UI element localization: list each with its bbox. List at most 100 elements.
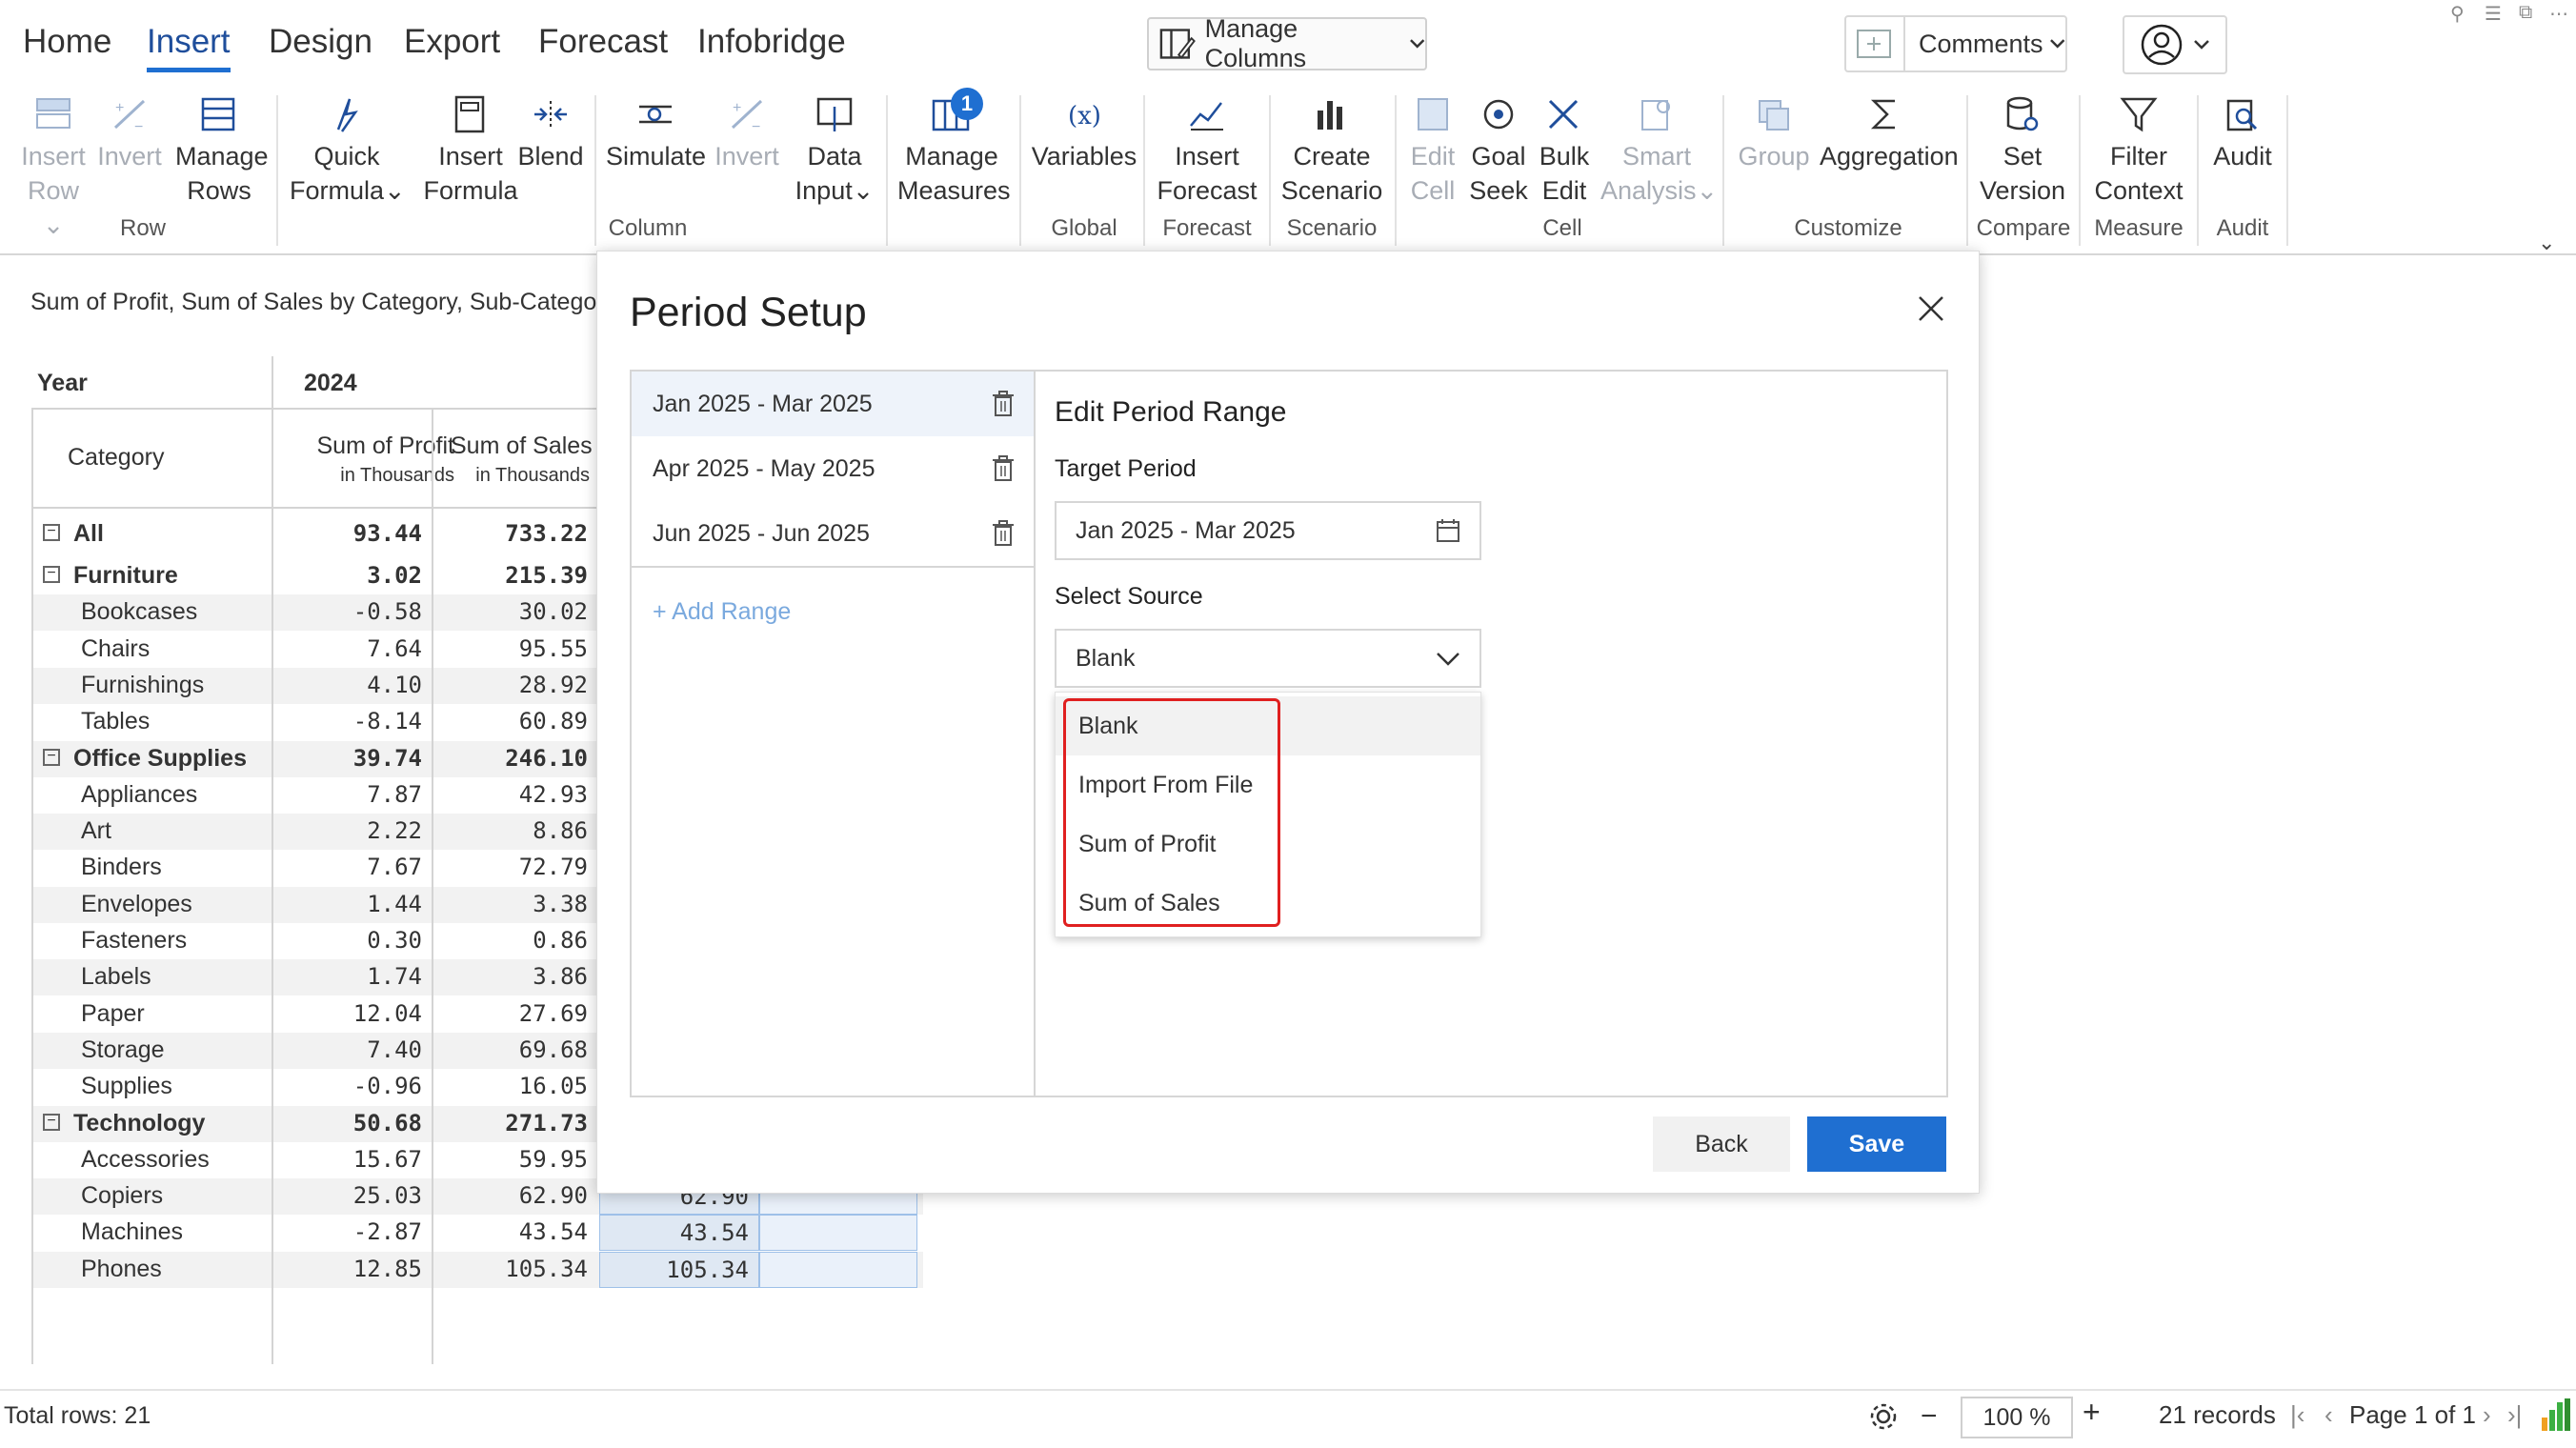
period-range-item[interactable]: Apr 2025 - May 2025 <box>632 436 1034 501</box>
set-version-button[interactable]: Set Version <box>1978 93 2067 208</box>
manage-rows-button[interactable]: Manage Rows <box>175 93 269 208</box>
sales-cell[interactable]: 69.68 <box>435 1036 588 1063</box>
first-page-icon[interactable]: |‹ <box>2290 1400 2304 1430</box>
sales-cell[interactable]: 8.86 <box>435 817 588 844</box>
collapse-toggle-icon[interactable]: − <box>43 748 60 766</box>
simulate-button[interactable]: Simulate <box>606 93 706 173</box>
calendar-icon[interactable] <box>1436 518 1460 543</box>
profit-cell[interactable]: 93.44 <box>273 520 422 547</box>
sales-cell[interactable]: 271.73 <box>435 1110 588 1136</box>
profit-cell[interactable]: 12.04 <box>273 1000 422 1027</box>
sales-cell[interactable]: 62.90 <box>435 1182 588 1209</box>
profit-cell[interactable]: 50.68 <box>273 1110 422 1136</box>
collapse-toggle-icon[interactable]: − <box>43 1113 60 1131</box>
delete-icon[interactable] <box>992 391 1015 417</box>
tab-home[interactable]: Home <box>23 23 111 61</box>
selected-cell[interactable]: 43.54 <box>599 1215 759 1252</box>
period-range-item[interactable]: Jan 2025 - Mar 2025 <box>632 372 1034 436</box>
profit-cell[interactable]: 0.30 <box>273 927 422 954</box>
tab-infobridge[interactable]: Infobridge <box>697 23 846 61</box>
data-input-button[interactable]: Data Input⌄ <box>795 93 875 208</box>
sales-cell[interactable]: 43.54 <box>435 1218 588 1245</box>
filter-icon[interactable]: ☰ <box>2485 2 2502 26</box>
filter-context-button[interactable]: Filter Context <box>2088 93 2189 208</box>
zoom-level-input[interactable]: 100 % <box>1961 1397 2073 1438</box>
profit-cell[interactable]: 25.03 <box>273 1182 422 1209</box>
sales-column-header[interactable]: Sum of Sales <box>451 432 593 460</box>
selected-cell[interactable] <box>759 1251 917 1288</box>
back-button[interactable]: Back <box>1653 1116 1790 1172</box>
more-icon[interactable]: ⋯ <box>2549 2 2568 26</box>
prev-page-icon[interactable]: ‹ <box>2324 1400 2333 1430</box>
pin-icon[interactable]: ⚲ <box>2450 2 2465 26</box>
settings-gear-icon[interactable] <box>1867 1400 1900 1439</box>
profit-cell[interactable]: 15.67 <box>273 1146 422 1173</box>
create-scenario-button[interactable]: Create Scenario <box>1277 93 1387 208</box>
sales-cell[interactable]: 42.93 <box>435 781 588 808</box>
bulk-edit-button[interactable]: Bulk Edit <box>1536 93 1593 208</box>
target-period-field[interactable]: Jan 2025 - Mar 2025 <box>1055 501 1481 560</box>
manage-columns-button[interactable]: Manage Columns <box>1147 14 1427 72</box>
sales-cell[interactable]: 27.69 <box>435 1000 588 1027</box>
invert-column-button[interactable]: + − Invert <box>714 93 779 173</box>
profit-cell[interactable]: 7.87 <box>273 781 422 808</box>
tab-insert[interactable]: Insert <box>147 23 231 72</box>
profit-column-header[interactable]: Sum of Profit <box>289 432 455 460</box>
insert-formula-button[interactable]: Insert Formula <box>415 93 526 208</box>
sales-cell[interactable]: 215.39 <box>435 562 588 589</box>
insert-forecast-button[interactable]: Insert Forecast <box>1155 93 1259 208</box>
collapse-toggle-icon[interactable]: − <box>43 566 60 583</box>
sales-cell[interactable]: 59.95 <box>435 1146 588 1173</box>
profit-cell[interactable]: 7.40 <box>273 1036 422 1063</box>
save-button[interactable]: Save <box>1807 1116 1946 1172</box>
profit-cell[interactable]: 4.10 <box>273 672 422 698</box>
user-menu-button[interactable] <box>2123 15 2227 74</box>
sales-cell[interactable]: 72.79 <box>435 854 588 880</box>
zoom-out-button[interactable]: − <box>1921 1400 1938 1433</box>
profit-cell[interactable]: 2.22 <box>273 817 422 844</box>
profit-cell[interactable]: -8.14 <box>273 708 422 734</box>
sales-cell[interactable]: 105.34 <box>435 1256 588 1282</box>
period-range-item[interactable]: Jun 2025 - Jun 2025 <box>632 501 1034 566</box>
select-source-dropdown[interactable]: Blank <box>1055 629 1481 688</box>
invert-row-button[interactable]: + − Invert <box>97 93 162 173</box>
smart-analysis-button[interactable]: Smart Analysis⌄ <box>1600 93 1718 208</box>
manage-measures-button[interactable]: 1 Manage Measures <box>897 88 1011 208</box>
profit-cell[interactable]: 1.74 <box>273 963 422 990</box>
tab-export[interactable]: Export <box>404 23 500 61</box>
sales-cell[interactable]: 3.86 <box>435 963 588 990</box>
comments-button[interactable]: Comments <box>1844 15 2067 72</box>
profit-cell[interactable]: 7.67 <box>273 854 422 880</box>
goal-seek-button[interactable]: Goal Seek <box>1469 93 1528 208</box>
sales-cell[interactable]: 246.10 <box>435 745 588 772</box>
quick-formula-button[interactable]: Quick Formula⌄ <box>290 93 406 208</box>
collapse-toggle-icon[interactable]: − <box>43 524 60 541</box>
sales-cell[interactable]: 3.38 <box>435 891 588 917</box>
aggregation-button[interactable]: Aggregation <box>1820 93 1959 173</box>
sales-cell[interactable]: 733.22 <box>435 520 588 547</box>
profit-cell[interactable]: -0.58 <box>273 598 422 625</box>
audit-button[interactable]: Audit <box>2206 93 2279 173</box>
add-range-link[interactable]: + Add Range <box>653 598 791 626</box>
collapse-ribbon-icon[interactable]: ⌄ <box>2538 231 2555 255</box>
sales-cell[interactable]: 60.89 <box>435 708 588 734</box>
zoom-in-button[interactable]: + <box>2083 1395 2101 1430</box>
tab-forecast[interactable]: Forecast <box>538 23 668 61</box>
sales-cell[interactable]: 30.02 <box>435 598 588 625</box>
profit-cell[interactable]: 7.64 <box>273 635 422 662</box>
variables-button[interactable]: (x) Variables <box>1031 93 1137 173</box>
next-page-icon[interactable]: › <box>2483 1400 2491 1430</box>
edit-cell-button[interactable]: Edit Cell <box>1404 93 1461 208</box>
sales-cell[interactable]: 0.86 <box>435 927 588 954</box>
selected-cell[interactable]: 105.34 <box>599 1251 759 1288</box>
profit-cell[interactable]: 39.74 <box>273 745 422 772</box>
profit-cell[interactable]: 1.44 <box>273 891 422 917</box>
group-button[interactable]: Group <box>1734 93 1814 173</box>
sales-cell[interactable]: 95.55 <box>435 635 588 662</box>
delete-icon[interactable] <box>992 455 1015 482</box>
delete-icon[interactable] <box>992 520 1015 547</box>
last-page-icon[interactable]: ›| <box>2507 1400 2522 1430</box>
profit-cell[interactable]: 12.85 <box>273 1256 422 1282</box>
selected-cell[interactable] <box>759 1215 917 1252</box>
profit-cell[interactable]: -0.96 <box>273 1073 422 1099</box>
